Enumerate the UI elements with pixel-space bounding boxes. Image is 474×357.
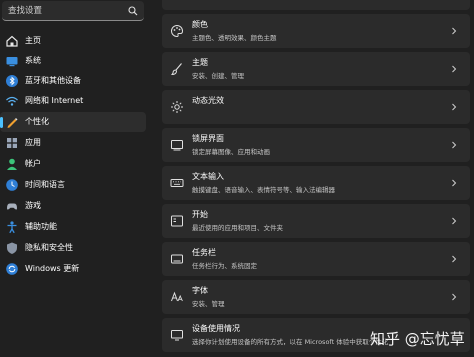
sidebar: 查找设置 主页 系统 蓝牙和其他设备 网络和 Internet 个性化 应用 帐… (0, 0, 152, 357)
card-title: 设备使用情况 (192, 324, 240, 333)
account-icon (7, 158, 17, 170)
card-title: 主题 (192, 58, 208, 67)
chevron-right-icon (452, 65, 457, 73)
card-text-input[interactable]: 文本输入 触摸键盘、语音输入、表情符号等、输入法编辑器 (162, 166, 470, 200)
card-subtitle: 锁定屏幕图像、应用和动画 (192, 148, 270, 156)
card-title: 动态光效 (192, 96, 224, 105)
chevron-right-icon (452, 293, 457, 301)
card-title: 开始 (192, 210, 208, 219)
brush-icon (171, 63, 182, 76)
shield-icon (7, 242, 17, 254)
card-subtitle: 任务栏行为、系统固定 (192, 262, 257, 270)
sidebar-item-label: 隐私和安全性 (25, 243, 73, 252)
time-language-icon (6, 179, 18, 191)
chevron-right-icon (452, 103, 457, 111)
sidebar-item-network[interactable]: 网络和 Internet (0, 91, 146, 111)
start-icon (171, 215, 183, 227)
sidebar-item-label: 个性化 (25, 117, 49, 126)
card-title: 文本输入 (192, 172, 224, 181)
card-subtitle: 主题色、透明效果、颜色主题 (192, 34, 277, 42)
home-icon (6, 35, 18, 47)
sidebar-item-label: 主页 (25, 36, 41, 45)
lock-screen-icon (171, 140, 183, 151)
card-start[interactable]: 开始 最近使用的应用和项目、文件夹 (162, 204, 470, 238)
sidebar-item-label: 辅助功能 (25, 222, 57, 231)
chevron-right-icon (452, 141, 457, 149)
previous-card-edge (162, 0, 470, 10)
card-lock-screen[interactable]: 锁屏界面 锁定屏幕图像、应用和动画 (162, 128, 470, 162)
card-taskbar[interactable]: 任务栏 任务栏行为、系统固定 (162, 242, 470, 276)
card-dynamic-lighting[interactable]: 动态光效 (162, 90, 470, 124)
sidebar-item-bluetooth[interactable]: 蓝牙和其他设备 (0, 71, 146, 91)
font-icon (171, 291, 183, 302)
sidebar-item-label: 网络和 Internet (25, 96, 84, 105)
card-fonts[interactable]: 字体 安装、管理 (162, 280, 470, 314)
sidebar-item-gaming[interactable]: 游戏 (0, 196, 146, 216)
sidebar-item-label: 帐户 (25, 159, 41, 168)
gaming-icon (7, 203, 17, 210)
device-usage-icon (171, 330, 183, 341)
card-subtitle: 安装、创建、管理 (192, 72, 244, 80)
sidebar-item-apps[interactable]: 应用 (0, 133, 146, 153)
card-subtitle: 触摸键盘、语音输入、表情符号等、输入法编辑器 (192, 186, 335, 194)
system-icon (6, 57, 18, 67)
lighting-icon (171, 101, 183, 113)
card-themes[interactable]: 主题 安装、创建、管理 (162, 52, 470, 86)
watermark: 知乎 @忘忧草 (370, 330, 465, 348)
card-title: 字体 (192, 286, 208, 295)
windows-update-icon (6, 263, 18, 275)
wifi-icon (6, 96, 18, 106)
sidebar-item-label: 游戏 (25, 201, 41, 210)
pen-icon (7, 118, 18, 128)
card-title: 任务栏 (192, 248, 216, 257)
card-title: 锁屏界面 (192, 134, 224, 143)
card-subtitle: 安装、管理 (192, 300, 225, 308)
personalization-settings-list: 颜色 主题色、透明效果、颜色主题 主题 安装、创建、管理 动态光效 锁屏界面 锁… (162, 0, 470, 357)
sidebar-item-label: Windows 更新 (25, 264, 80, 273)
taskbar-icon (171, 254, 183, 264)
sidebar-item-windows-update[interactable]: Windows 更新 (0, 259, 146, 279)
card-colors[interactable]: 颜色 主题色、透明效果、颜色主题 (162, 14, 470, 48)
sidebar-item-accounts[interactable]: 帐户 (0, 154, 146, 174)
card-subtitle: 最近使用的应用和项目、文件夹 (192, 224, 283, 232)
search-icon[interactable] (128, 6, 138, 16)
sidebar-item-label: 时间和语言 (25, 180, 65, 189)
card-subtitle: 选择你计划使用设备的所有方式，以在 Microsoft 体验中获取个性化 (192, 338, 389, 346)
sidebar-item-privacy[interactable]: 隐私和安全性 (0, 238, 146, 258)
selected-indicator (0, 117, 3, 128)
settings-window: 查找设置 主页 系统 蓝牙和其他设备 网络和 Internet 个性化 应用 帐… (0, 0, 474, 357)
sidebar-item-home[interactable]: 主页 (0, 31, 146, 51)
sidebar-item-label: 蓝牙和其他设备 (25, 76, 81, 85)
apps-icon (7, 138, 17, 148)
sidebar-item-personalization[interactable]: 个性化 (0, 112, 146, 132)
accessibility-icon (7, 221, 17, 234)
sidebar-item-accessibility[interactable]: 辅助功能 (0, 217, 146, 237)
card-title: 颜色 (192, 20, 208, 29)
search-placeholder: 查找设置 (8, 6, 43, 16)
palette-icon (171, 24, 184, 38)
sidebar-item-system[interactable]: 系统 (0, 51, 146, 71)
search-input[interactable]: 查找设置 (2, 1, 144, 21)
chevron-right-icon (452, 27, 457, 35)
chevron-right-icon (452, 255, 457, 263)
sidebar-item-time-language[interactable]: 时间和语言 (0, 175, 146, 195)
sidebar-item-label: 系统 (25, 56, 41, 65)
keyboard-icon (170, 179, 184, 187)
chevron-right-icon (452, 217, 457, 225)
chevron-right-icon (452, 179, 457, 187)
bluetooth-icon (6, 75, 18, 87)
sidebar-item-label: 应用 (25, 138, 41, 147)
